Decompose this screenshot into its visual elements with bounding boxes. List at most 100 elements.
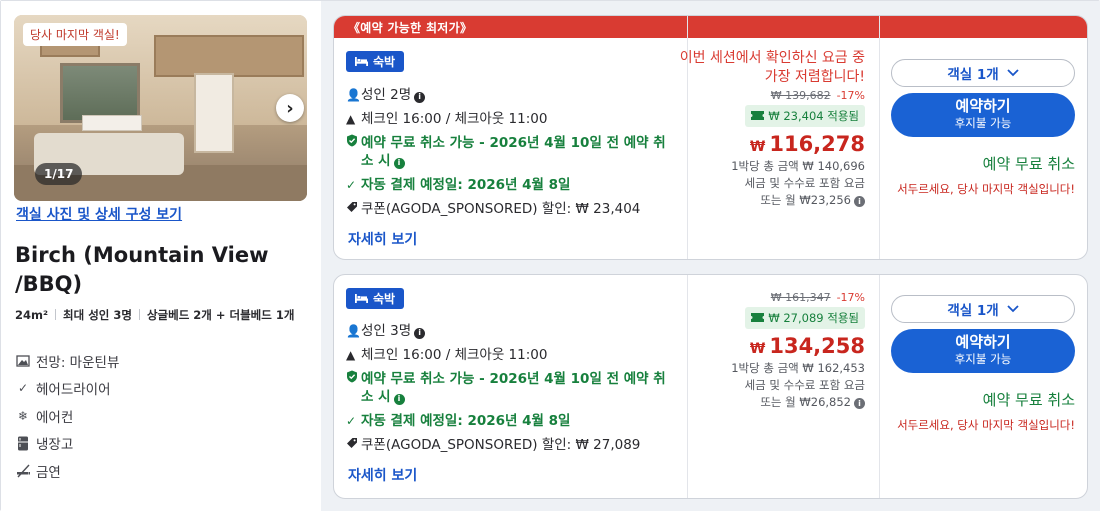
info-icon[interactable]: i	[393, 157, 405, 169]
amenity-label: 냉장고	[36, 437, 74, 454]
stay-badge: 숙박	[346, 51, 405, 72]
info-icon[interactable]: i	[414, 327, 426, 339]
price-display: ₩116,278	[675, 132, 865, 156]
free-cancel-row: 예약 무료 취소 가능 - 2026년 4월 10일 전 예약 취소 시i	[346, 134, 676, 170]
photo-cabinet	[154, 35, 304, 77]
column-divider	[879, 275, 880, 498]
more-details-link[interactable]: 자세히 보기	[348, 229, 417, 249]
pay-later-label: 후지불 가능	[954, 116, 1012, 130]
original-price: ₩ 139,682	[770, 89, 831, 102]
lowest-price-ribbon: 《예약 가능한 최저가》	[334, 16, 1087, 38]
spec-divider	[138, 309, 140, 320]
tag-icon	[346, 200, 361, 218]
info-icon[interactable]: i	[854, 196, 865, 207]
chevron-right-icon: ›	[286, 97, 294, 119]
amenity-item: 냉장고	[15, 430, 119, 458]
discount-percent: -17%	[836, 291, 865, 304]
offer-details: 👤 성인 2명 i ▲ 체크인 16:00 / 체크아웃 11:00 예약 무료 …	[346, 86, 676, 224]
room-quantity-select[interactable]: 객실 1개	[891, 295, 1075, 323]
free-cancel-label: 예약 무료 취소	[982, 391, 1075, 409]
discount-percent: -17%	[836, 89, 865, 102]
original-price-row: ₩ 161,347 -17%	[675, 291, 865, 304]
tax-note: 세금 및 수수료 포함 요금	[744, 378, 865, 392]
auto-payment-label: 자동 결제 예정일: 2026년 4월 8일	[361, 413, 571, 429]
info-icon[interactable]: i	[393, 393, 405, 405]
mountain-view-icon	[15, 353, 31, 369]
snowflake-icon: ❄	[17, 408, 29, 423]
original-price-row: ₩ 139,682 -17%	[675, 89, 865, 102]
photo-window	[60, 63, 140, 123]
amenity-item: 전망: 마운틴뷰	[15, 347, 119, 375]
person-icon: 👤	[346, 88, 361, 102]
book-button[interactable]: 예약하기 후지불 가능	[891, 329, 1075, 373]
photo-table	[82, 115, 142, 131]
offer-card: 숙박 👤 성인 3명 i ▲ 체크인 16:00 / 체크아웃 11:00 예약 …	[333, 274, 1088, 499]
photo-door	[194, 73, 234, 153]
book-button-label: 예약하기	[955, 333, 1011, 351]
room-photos-link[interactable]: 객실 사진 및 상세 구성 보기	[16, 204, 182, 224]
amenity-item: 금연	[15, 457, 119, 485]
check-icon: ✓	[346, 414, 357, 428]
coupon-ticket-icon	[751, 311, 765, 325]
amenity-list: 전망: 마운틴뷰 ✓ 헤어드라이어 ❄ 에어컨 냉장고 금연	[15, 347, 119, 485]
price-column: ₩ 161,347 -17% ₩ 27,089 적용됨 ₩134,258 1박당 …	[675, 289, 865, 411]
amenity-item: ❄ 에어컨	[15, 402, 119, 430]
bed-config: 상글베드 2개 + 더블베드 1개	[146, 308, 295, 322]
shield-check-icon	[346, 370, 361, 388]
checkin-person-icon: ▲	[346, 348, 356, 362]
checkin-person-icon: ▲	[346, 112, 356, 126]
price-amount: 134,258	[769, 334, 865, 358]
coupon-row: 쿠폰(AGODA_SPONSORED) 할인: ₩ 27,089	[346, 436, 676, 454]
stay-badge-label: 숙박	[373, 55, 396, 69]
info-icon[interactable]: i	[854, 398, 865, 409]
shield-check-icon	[346, 134, 361, 152]
free-cancel-row: 예약 무료 취소 가능 - 2026년 4월 10일 전 예약 취소 시i	[346, 370, 676, 406]
room-size: 24m²	[15, 308, 49, 322]
offer-details: 👤 성인 3명 i ▲ 체크인 16:00 / 체크아웃 11:00 예약 무료 …	[346, 322, 676, 460]
room-specs: 24m² 최대 성인 3명 상글베드 2개 + 더블베드 1개	[15, 307, 305, 324]
free-cancel-detail: 예약 무료 취소 가능 - 2026년 4월 10일 전 예약 취소 시	[361, 371, 666, 405]
total-per-night: 1박당 총 금액 ₩ 140,696	[731, 159, 865, 173]
price-amount: 116,278	[769, 132, 865, 156]
occupancy-row: 👤 성인 2명 i	[346, 86, 676, 104]
stay-badge: 숙박	[346, 288, 405, 309]
last-room-warning: 서두르세요, 당사 마지막 객실입니다!	[897, 418, 1075, 432]
amenity-label: 금연	[36, 464, 61, 481]
last-room-warning: 서두르세요, 당사 마지막 객실입니다!	[897, 182, 1075, 196]
pay-later-label: 후지불 가능	[954, 352, 1012, 366]
auto-payment-row: ✓ 자동 결제 예정일: 2026년 4월 8일	[346, 412, 676, 430]
monthly-row: 또는 월 ₩23,256 i	[675, 192, 865, 209]
room-photo[interactable]: 당사 마지막 객실! 1/17 ›	[14, 15, 307, 201]
room-offer-panel: 당사 마지막 객실! 1/17 › 객실 사진 및 상세 구성 보기 Birch…	[0, 0, 1100, 511]
tax-note: 세금 및 수수료 포함 요금	[744, 176, 865, 190]
amenity-item: ✓ 헤어드라이어	[15, 375, 119, 403]
room-info-column: 당사 마지막 객실! 1/17 › 객실 사진 및 상세 구성 보기 Birch…	[1, 1, 321, 511]
checkin-label: 체크인 16:00 / 체크아웃 11:00	[361, 111, 548, 127]
price-currency: ₩	[749, 139, 766, 155]
room-quantity-select[interactable]: 객실 1개	[891, 59, 1075, 87]
no-smoking-icon	[15, 463, 31, 479]
occupancy-row: 👤 성인 3명 i	[346, 322, 676, 340]
monthly-payment: 또는 월 ₩26,852	[760, 395, 851, 409]
price-breakdown: 1박당 총 금액 ₩ 162,453 세금 및 수수료 포함 요금 또는 월 ₩…	[675, 360, 865, 411]
stay-badge-label: 숙박	[373, 292, 396, 306]
photo-counter: 1/17	[35, 163, 83, 185]
action-column: 객실 1개 예약하기 후지불 가능 예약 무료 취소 서두르세요, 당사 마지막…	[891, 59, 1075, 199]
more-details-link[interactable]: 자세히 보기	[348, 465, 417, 485]
coupon-applied-label: ₩ 23,404 적용됨	[768, 109, 859, 123]
last-room-badge: 당사 마지막 객실!	[23, 23, 127, 46]
amenity-label: 에어컨	[36, 409, 74, 426]
bed-icon	[355, 55, 368, 69]
adults-label: 성인 2명	[361, 87, 412, 103]
info-icon[interactable]: i	[414, 91, 426, 103]
next-photo-button[interactable]: ›	[276, 94, 304, 122]
checkin-label: 체크인 16:00 / 체크아웃 11:00	[361, 347, 548, 363]
free-cancel-label: 예약 무료 취소	[982, 155, 1075, 173]
coupon-row: 쿠폰(AGODA_SPONSORED) 할인: ₩ 23,404	[346, 200, 676, 218]
bed-icon	[355, 292, 368, 306]
book-button[interactable]: 예약하기 후지불 가능	[891, 93, 1075, 137]
action-column: 객실 1개 예약하기 후지불 가능 예약 무료 취소 서두르세요, 당사 마지막…	[891, 295, 1075, 435]
price-breakdown: 1박당 총 금액 ₩ 140,696 세금 및 수수료 포함 요금 또는 월 ₩…	[675, 158, 865, 209]
fridge-icon	[15, 435, 31, 451]
price-display: ₩134,258	[675, 334, 865, 358]
